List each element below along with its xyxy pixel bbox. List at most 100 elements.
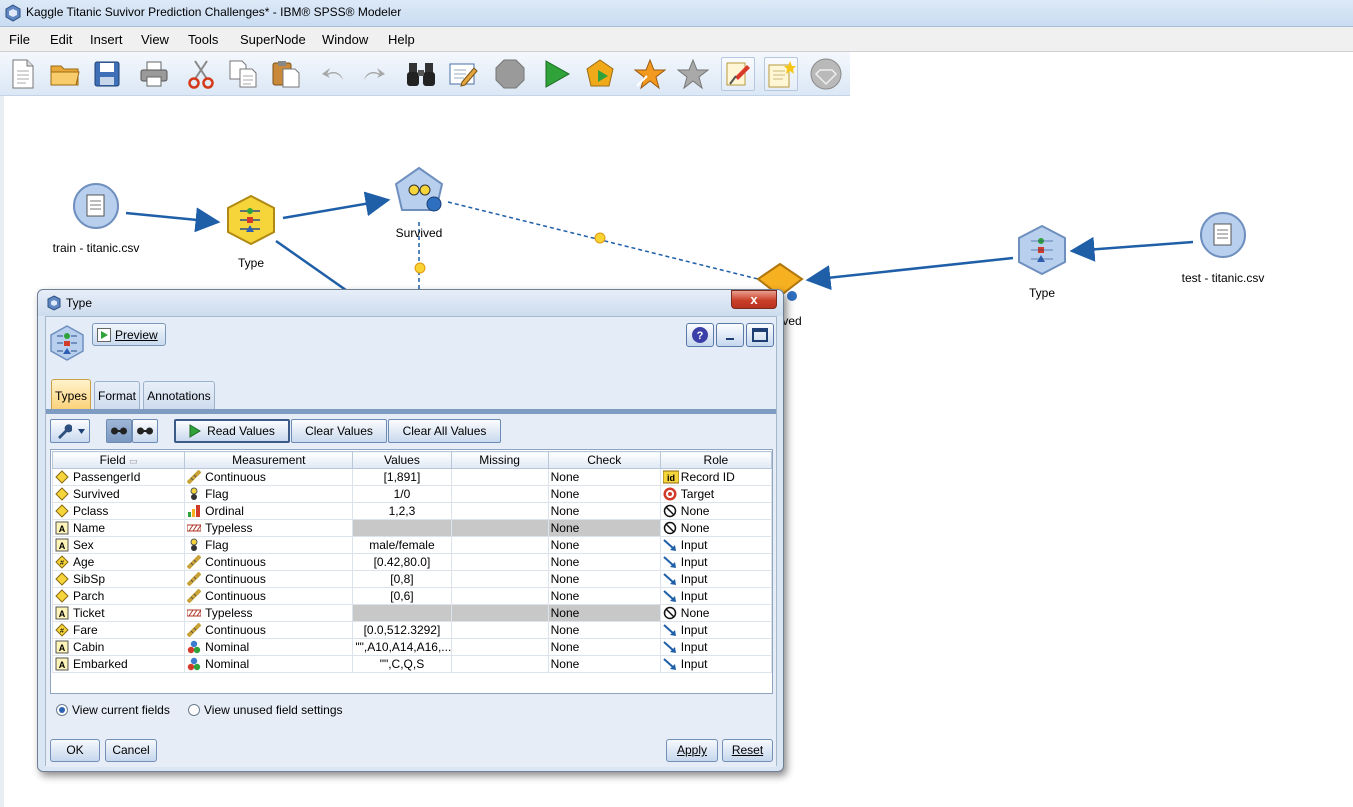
cell-field[interactable]: # Fare xyxy=(51,621,186,639)
cell-measurement[interactable]: Flag xyxy=(184,485,354,503)
find-button[interactable] xyxy=(404,57,438,91)
cell-role[interactable]: Target xyxy=(659,485,773,503)
cell-measurement[interactable]: Continuous xyxy=(184,587,354,605)
menu-supernode[interactable]: SuperNode xyxy=(240,32,306,47)
menu-tools[interactable]: Tools xyxy=(188,32,218,47)
cell-check[interactable]: None xyxy=(547,519,661,537)
note-button[interactable] xyxy=(764,57,798,91)
cell-missing[interactable] xyxy=(450,536,549,554)
tools-dropdown-button[interactable] xyxy=(50,419,90,443)
cell-missing[interactable] xyxy=(450,570,549,588)
cell-measurement[interactable]: Continuous xyxy=(184,553,354,571)
cell-role[interactable]: Input xyxy=(659,587,773,605)
cell-values[interactable] xyxy=(352,519,452,537)
cell-check[interactable]: None xyxy=(547,570,661,588)
column-header-check[interactable]: Check xyxy=(547,451,661,469)
table-row[interactable]: PassengerId Continuous [1,891] None id Record… xyxy=(51,468,773,486)
cell-missing[interactable] xyxy=(450,621,549,639)
table-row[interactable]: Survived Flag 1/0 None Target xyxy=(51,485,773,503)
cell-check[interactable]: None xyxy=(547,638,661,656)
new-file-button[interactable] xyxy=(6,57,40,91)
cell-values[interactable]: [0.42,80.0] xyxy=(352,553,452,571)
table-row[interactable]: Parch Continuous [0,6] None Input xyxy=(51,587,773,605)
run-selection-button[interactable] xyxy=(583,57,617,91)
view-current-fields-radio[interactable]: View current fields xyxy=(56,703,170,717)
star-grey-button[interactable] xyxy=(676,57,710,91)
cell-missing[interactable] xyxy=(450,553,549,571)
cell-measurement[interactable]: Continuous xyxy=(184,621,354,639)
reset-button[interactable]: Reset xyxy=(722,739,773,762)
table-row[interactable]: # Age Continuous [0.42,80.0] None Input xyxy=(51,553,773,571)
cell-measurement[interactable]: Continuous xyxy=(184,468,354,486)
cell-missing[interactable] xyxy=(450,587,549,605)
cell-values[interactable]: "",C,Q,S xyxy=(352,655,452,673)
cell-role[interactable]: Input xyxy=(659,553,773,571)
column-header-role[interactable]: Role xyxy=(659,451,773,469)
menu-file[interactable]: File xyxy=(9,32,30,47)
dialog-titlebar[interactable]: Type x xyxy=(38,290,783,316)
open-button[interactable] xyxy=(48,57,82,91)
node-survived-model[interactable] xyxy=(394,166,444,212)
cell-field[interactable]: A Embarked xyxy=(51,655,186,673)
menu-view[interactable]: View xyxy=(141,32,169,47)
annotate-button[interactable] xyxy=(446,57,480,91)
column-header-values[interactable]: Values xyxy=(352,451,452,469)
cell-measurement[interactable]: Ordinal xyxy=(184,502,354,520)
cell-role[interactable]: Input xyxy=(659,536,773,554)
cell-measurement[interactable]: Flag xyxy=(184,536,354,554)
column-header-measurement[interactable]: Measurement xyxy=(184,451,354,469)
cell-values[interactable]: [0.0,512.3292] xyxy=(352,621,452,639)
menu-insert[interactable]: Insert xyxy=(90,32,123,47)
cell-field[interactable]: Parch xyxy=(51,587,186,605)
help-button[interactable]: ? xyxy=(686,323,714,347)
cell-measurement[interactable]: Typeless xyxy=(184,604,354,622)
menu-window[interactable]: Window xyxy=(322,32,368,47)
cell-field[interactable]: SibSp xyxy=(51,570,186,588)
dialog-close-button[interactable]: x xyxy=(731,290,777,309)
paste-button[interactable] xyxy=(269,57,303,91)
gem-button[interactable] xyxy=(809,57,843,91)
apply-button[interactable]: Apply xyxy=(666,739,718,762)
cell-values[interactable]: male/female xyxy=(352,536,452,554)
node-test-csv[interactable] xyxy=(1200,212,1246,258)
cell-role[interactable]: id Record ID xyxy=(659,468,773,486)
cell-role[interactable]: Input xyxy=(659,570,773,588)
cell-values[interactable]: 1,2,3 xyxy=(352,502,452,520)
pin-button[interactable] xyxy=(721,57,755,91)
cell-missing[interactable] xyxy=(450,502,549,520)
cell-measurement[interactable]: Typeless xyxy=(184,519,354,537)
cell-check[interactable]: None xyxy=(547,604,661,622)
cell-measurement[interactable]: Continuous xyxy=(184,570,354,588)
clear-values-button[interactable]: Clear Values xyxy=(291,419,387,443)
cell-values[interactable]: [1,891] xyxy=(352,468,452,486)
cell-role[interactable]: Input xyxy=(659,621,773,639)
table-row[interactable]: A Ticket Typeless None None xyxy=(51,604,773,622)
cell-missing[interactable] xyxy=(450,485,549,503)
column-header-missing[interactable]: Missing xyxy=(450,451,549,469)
preview-button[interactable]: Preview xyxy=(92,323,166,346)
cell-check[interactable]: None xyxy=(547,485,661,503)
run-button[interactable] xyxy=(540,57,574,91)
cell-role[interactable]: None xyxy=(659,604,773,622)
copy-button[interactable] xyxy=(226,57,260,91)
cell-field[interactable]: A Sex xyxy=(51,536,186,554)
cell-check[interactable]: None xyxy=(547,621,661,639)
cell-values[interactable] xyxy=(352,604,452,622)
cell-check[interactable]: None xyxy=(547,468,661,486)
cell-field[interactable]: Pclass xyxy=(51,502,186,520)
cell-check[interactable]: None xyxy=(547,536,661,554)
cell-field[interactable]: Survived xyxy=(51,485,186,503)
cell-values[interactable]: [0,8] xyxy=(352,570,452,588)
print-button[interactable] xyxy=(137,57,171,91)
table-row[interactable]: SibSp Continuous [0,8] None Input xyxy=(51,570,773,588)
cell-missing[interactable] xyxy=(450,519,549,537)
view-mode-button-1[interactable] xyxy=(106,419,132,443)
view-mode-button-2[interactable] xyxy=(132,419,158,443)
tab-annotations[interactable]: Annotations xyxy=(143,381,215,409)
table-row[interactable]: A Embarked Nominal "",C,Q,S None Input xyxy=(51,655,773,673)
node-type-left[interactable] xyxy=(227,194,275,246)
cell-measurement[interactable]: Nominal xyxy=(184,655,354,673)
cell-missing[interactable] xyxy=(450,604,549,622)
maximize-button[interactable] xyxy=(746,323,774,347)
save-button[interactable] xyxy=(90,57,124,91)
